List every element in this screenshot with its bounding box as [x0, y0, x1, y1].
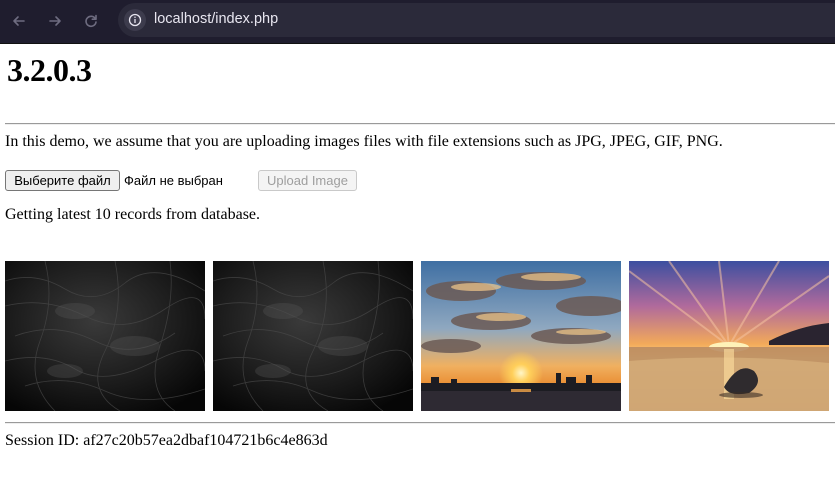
forward-arrow-icon	[49, 16, 61, 26]
gallery-image-sunset-city[interactable]	[421, 261, 621, 411]
divider	[5, 123, 835, 125]
intro-text: In this demo, we assume that you are upl…	[5, 133, 723, 150]
choose-file-button[interactable]: Выберите файл	[5, 170, 120, 191]
file-status-label: Файл не выбран	[124, 173, 223, 188]
divider	[5, 422, 835, 424]
back-button[interactable]	[6, 8, 32, 34]
address-bar[interactable]: localhost/index.php	[118, 3, 835, 37]
reload-button[interactable]	[78, 8, 104, 34]
upload-image-button[interactable]: Upload Image	[258, 170, 357, 191]
site-info-button[interactable]	[124, 9, 146, 31]
page-title: 3.2.0.3	[7, 52, 92, 88]
reload-icon	[85, 14, 97, 28]
browser-toolbar: localhost/index.php	[0, 0, 835, 44]
gallery-image-dark-texture-1[interactable]	[5, 261, 205, 411]
back-arrow-icon	[13, 16, 25, 26]
gallery-image-sunset-beach[interactable]	[629, 261, 829, 411]
url-text[interactable]: localhost/index.php	[154, 11, 278, 27]
forward-button[interactable]	[42, 8, 68, 34]
site-info-icon	[128, 13, 142, 27]
session-id-text: Session ID: af27c20b57ea2dbaf104721b6c4e…	[5, 432, 328, 449]
gallery-image-dark-texture-2[interactable]	[213, 261, 413, 411]
records-text: Getting latest 10 records from database.	[5, 206, 261, 223]
